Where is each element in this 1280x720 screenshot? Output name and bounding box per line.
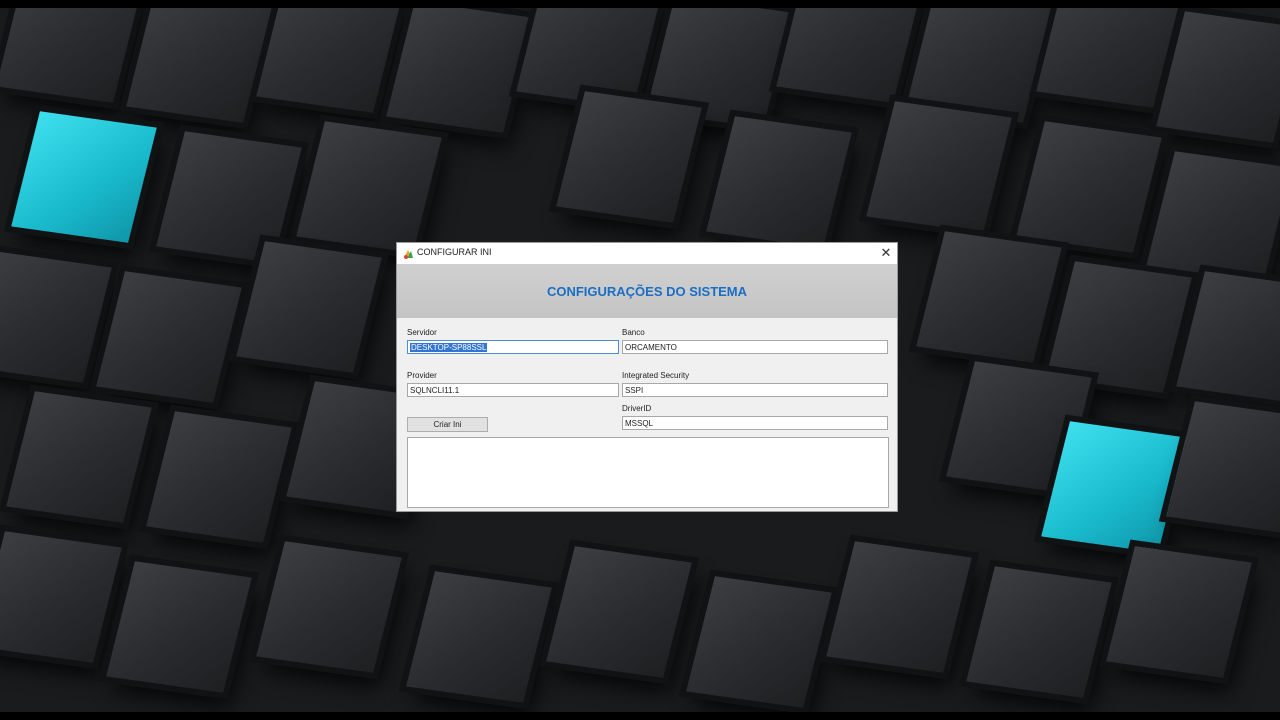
servidor-value: DESKTOP-SP88SSL (410, 343, 488, 352)
integrated-security-label: Integrated Security (622, 371, 690, 380)
wallpaper-cube-cyan (11, 111, 157, 243)
app-icon (402, 247, 414, 259)
wallpaper-cube (0, 251, 112, 383)
wallpaper-cube (0, 531, 122, 663)
wallpaper-cube (826, 541, 972, 673)
close-icon: ✕ (880, 245, 892, 260)
driverid-label: DriverID (622, 404, 652, 413)
letterbox-bottom (0, 712, 1280, 720)
wallpaper-cube (1106, 546, 1252, 678)
banco-label: Banco (622, 328, 645, 337)
servidor-input[interactable]: DESKTOP-SP88SSL (407, 340, 619, 354)
banco-input[interactable]: ORCAMENTO (622, 340, 888, 354)
wallpaper-cube (866, 101, 1012, 233)
wallpaper-cube (966, 566, 1112, 698)
close-button[interactable]: ✕ (875, 243, 897, 264)
servidor-label: Servidor (407, 328, 437, 337)
wallpaper-cube (126, 8, 272, 123)
integrated-security-input[interactable]: SSPI (622, 383, 888, 397)
provider-label: Provider (407, 371, 437, 380)
wallpaper-cube (1146, 151, 1280, 283)
wallpaper-cube (706, 116, 852, 248)
wallpaper-cube (106, 561, 252, 693)
wallpaper-cube (296, 121, 442, 253)
wallpaper-cube (6, 391, 152, 523)
wallpaper-cube (1016, 121, 1162, 253)
driverid-input[interactable]: MSSQL (622, 416, 888, 430)
configurar-ini-dialog: CONFIGURAR INI ✕ CONFIGURAÇÕES DO SISTEM… (396, 242, 898, 512)
wallpaper-cube (1176, 271, 1280, 403)
wallpaper-cube (916, 231, 1062, 363)
window-title: CONFIGURAR INI (417, 247, 492, 257)
wallpaper-cube (406, 571, 552, 703)
output-memo[interactable] (407, 437, 889, 508)
title-bar[interactable]: CONFIGURAR INI ✕ (397, 243, 897, 264)
wallpaper-cube (1046, 261, 1192, 393)
wallpaper-cube (1036, 8, 1182, 108)
letterbox-top (0, 0, 1280, 8)
wallpaper-cube (1166, 401, 1280, 533)
wallpaper-cube (556, 91, 702, 223)
criar-ini-button[interactable]: Criar Ini (407, 417, 488, 432)
page-title: CONFIGURAÇÕES DO SISTEMA (546, 284, 748, 299)
wallpaper-cube (146, 411, 292, 543)
wallpaper-cube (776, 8, 922, 103)
wallpaper-cube (0, 8, 142, 103)
wallpaper-cube (686, 576, 832, 708)
wallpaper-cube (256, 8, 402, 113)
wallpaper-cube (1156, 11, 1280, 143)
header-banner: CONFIGURAÇÕES DO SISTEMA (397, 264, 897, 318)
provider-input[interactable]: SQLNCLI11.1 (407, 383, 619, 397)
wallpaper-cube (256, 541, 402, 673)
wallpaper-cube (236, 241, 382, 373)
wallpaper-cube (386, 8, 532, 133)
wallpaper-cube (546, 546, 692, 678)
wallpaper-cube (96, 271, 242, 403)
